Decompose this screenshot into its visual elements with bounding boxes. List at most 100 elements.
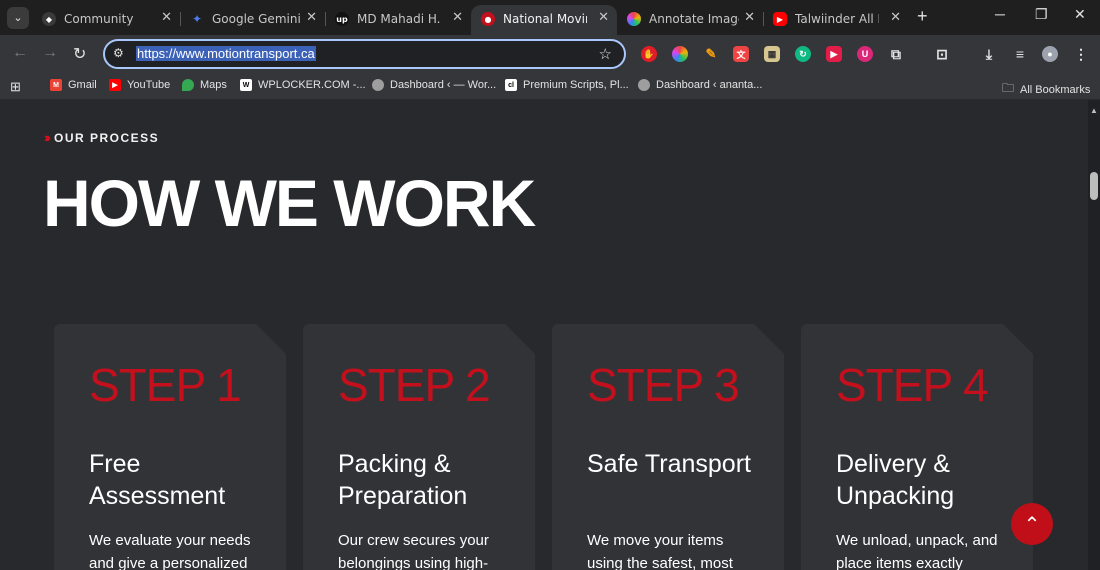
chevron-up-icon: ⌃ [1023,513,1041,536]
tab-title: Talwiinder All Hit S [795,12,879,26]
step-card-1: STEP 1 Free Assessment We evaluate your … [54,324,286,570]
step-description: We unload, unpack, and place items exact… [836,532,998,570]
step-card-3: STEP 3 Safe Transport We move your items… [552,324,784,570]
bookmark-star-icon[interactable]: ☆ [599,45,612,63]
pen-extension-icon[interactable]: ✎ [703,46,719,62]
tab-strip: ⌄ ◆ Community ✕ ✦ Google Gemini ✕ up MD … [0,0,1100,35]
tab-community[interactable]: ◆ Community ✕ [32,5,180,35]
new-tab-button[interactable]: + [917,6,928,27]
bookmark-premium-scripts[interactable]: cl Premium Scripts, Pl... [505,79,629,91]
scroll-up-arrow-icon[interactable]: ▲ [1090,106,1098,115]
motion-icon: ● [481,12,495,26]
bookmarks-bar: ⊞ M Gmail ▶ YouTube Maps W WPLOCKER.COM … [0,73,1100,100]
media-control-icon[interactable]: ≡ [1012,46,1028,62]
eyebrow-text: OUR PROCESS [54,130,160,145]
step-card-4: STEP 4 Delivery & Unpacking We unload, u… [801,324,1033,570]
address-bar[interactable]: ⚙ https://www.motiontransport.ca ☆ [103,39,626,69]
step-title: Safe Transport [587,450,751,478]
tab-annotate-image[interactable]: Annotate Image ✕ [617,5,763,35]
bookmark-label: Premium Scripts, Pl... [523,79,629,91]
browser-toolbar: ← → ↻ ⚙ https://www.motiontransport.ca ☆… [0,35,1100,73]
tab-title: Google Gemini [212,12,301,26]
download-icon[interactable]: ⤓ [981,46,997,62]
section-eyebrow: ››› OUR PROCESS [44,130,159,145]
notes-extension-icon[interactable]: ▦ [764,46,780,62]
profile-avatar[interactable]: ● [1042,46,1058,62]
bookmark-youtube[interactable]: ▶ YouTube [109,79,170,91]
bookmark-label: Dashboard ‹ ananta... [656,79,763,91]
maps-pin-icon [182,79,194,91]
all-bookmarks-label: All Bookmarks [1020,83,1091,96]
section-headline: HOW WE WORK [43,166,536,240]
codelist-icon: cl [505,79,517,91]
menu-kebab-icon[interactable]: ⋮ [1073,46,1089,62]
gmail-icon: M [50,79,62,91]
community-icon: ◆ [42,12,56,26]
close-icon[interactable]: ✕ [744,10,755,25]
bookmark-label: WPLOCKER.COM -... [258,79,366,91]
lens-icon[interactable]: ⊡ [934,46,950,62]
site-info-icon[interactable]: ⚙ [113,46,124,60]
bookmark-dashboard-ananta[interactable]: Dashboard ‹ ananta... [638,79,762,91]
apps-grid-icon[interactable]: ⊞ [10,79,21,95]
bookmark-gmail[interactable]: M Gmail [50,79,97,91]
extensions-puzzle-icon[interactable]: ⧉ [888,46,904,62]
annotate-icon [627,12,641,26]
close-icon[interactable]: ✕ [598,10,609,25]
wplocker-icon: W [240,79,252,91]
tab-talwiinder[interactable]: ▶ Talwiinder All Hit S ✕ [763,5,909,35]
bookmark-label: Dashboard ‹ — Wor... [390,79,497,91]
youtube-icon: ▶ [773,12,787,26]
adblock-icon[interactable]: ✋ [641,46,657,62]
chevrons-icon: ››› [44,130,51,145]
bookmark-label: Maps [200,79,227,91]
reload-icon[interactable]: ↻ [73,44,86,64]
upwork-icon: up [335,12,349,26]
tab-upwork[interactable]: up MD Mahadi H. - W ✕ [325,5,471,35]
bookmark-maps[interactable]: Maps [182,79,227,91]
step-description: We move your items using the safest, mos… [587,532,733,570]
page-scrollbar[interactable]: ▲ [1088,100,1100,570]
translate-extension-icon[interactable]: 文 [733,46,749,62]
page-content: ››› OUR PROCESS HOW WE WORK STEP 1 Free … [0,100,1088,570]
u-extension-icon[interactable]: U [857,46,873,62]
tab-gemini[interactable]: ✦ Google Gemini ✕ [180,5,325,35]
bookmark-label: YouTube [127,79,171,91]
close-icon[interactable]: ✕ [161,10,172,25]
annotate-extension-icon[interactable] [672,46,688,62]
globe-icon [638,79,650,91]
bookmark-dashboard-wordpress[interactable]: Dashboard ‹ — Wor... [372,79,496,91]
minimize-icon[interactable]: ─ [995,6,1005,22]
step-number: STEP 3 [587,359,739,411]
restore-icon[interactable]: ❐ [1035,6,1048,23]
step-description: We evaluate your needs and give a person… [89,532,251,570]
tab-title: MD Mahadi H. - W [357,12,443,26]
tab-title: Annotate Image [649,12,739,26]
bookmark-wplocker[interactable]: W WPLOCKER.COM -... [240,79,366,91]
grammar-extension-icon[interactable]: ↻ [795,46,811,62]
step-number: STEP 2 [338,359,490,411]
step-number: STEP 1 [89,359,241,411]
step-title: Packing & Preparation [338,450,468,510]
tab-national-moving[interactable]: ● National Moving C ✕ [471,5,617,35]
globe-icon [372,79,384,91]
close-icon[interactable]: ✕ [452,10,463,25]
bookmark-label: Gmail [68,79,97,91]
all-bookmarks-folder[interactable]: 🗀 All Bookmarks [1002,79,1090,100]
step-number: STEP 4 [836,359,988,411]
gemini-icon: ✦ [191,12,203,26]
folder-icon: 🗀 [1002,81,1015,95]
scroll-to-top-button[interactable]: ⌃ [1011,503,1053,545]
youtube-icon: ▶ [109,79,121,91]
video-extension-icon[interactable]: ▶ [826,46,842,62]
step-title: Free Assessment [89,450,226,510]
tab-search-button[interactable]: ⌄ [7,7,29,29]
close-icon[interactable]: ✕ [306,10,317,25]
step-card-2: STEP 2 Packing & Preparation Our crew se… [303,324,535,570]
close-icon[interactable]: ✕ [890,10,901,25]
forward-icon[interactable]: → [42,44,58,62]
back-icon[interactable]: ← [12,44,28,62]
scrollbar-thumb[interactable] [1090,172,1098,200]
window-close-icon[interactable]: ✕ [1074,6,1086,23]
url-text[interactable]: https://www.motiontransport.ca [136,46,316,61]
